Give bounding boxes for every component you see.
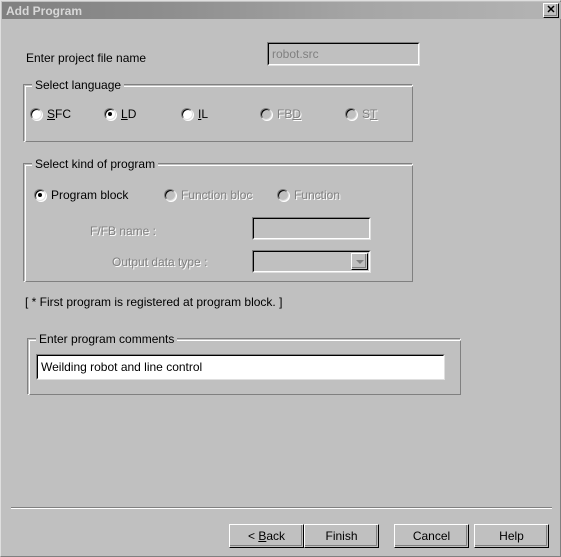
select-kind-title: Select kind of program — [32, 157, 159, 171]
chevron-down-icon[interactable] — [351, 253, 368, 270]
ffb-name-input[interactable] — [252, 217, 371, 240]
radio-label-il-rest: L — [201, 107, 209, 121]
radio-dot-sfc — [30, 108, 42, 120]
back-button-label: < Back — [248, 529, 285, 543]
radio-label-sfc: SFC — [47, 107, 71, 121]
radio-kind-function[interactable]: Function — [277, 188, 340, 202]
finish-button-label: Finish — [325, 529, 358, 543]
radio-label-function-bloc: Function bloc — [181, 188, 253, 202]
radio-language-sfc[interactable]: SFC — [30, 107, 71, 121]
back-button[interactable]: < Back — [229, 524, 304, 548]
cancel-button-label: Cancel — [412, 529, 451, 543]
radio-label-il: IL — [198, 107, 208, 121]
radio-language-fbd[interactable]: FBD — [260, 107, 301, 121]
mnemonic-d: D — [292, 107, 302, 121]
help-button[interactable]: Help — [474, 524, 549, 548]
radio-language-ld[interactable]: LD — [104, 107, 136, 121]
chevron-down-glyph — [355, 259, 364, 264]
project-file-label: Enter project file name — [26, 51, 147, 65]
help-button-label: Help — [499, 529, 524, 543]
output-data-type-label: Output data type : — [112, 255, 208, 269]
radio-label-sfc-rest: FC — [55, 107, 72, 121]
radio-kind-function-bloc[interactable]: Function bloc — [164, 188, 252, 202]
project-file-value: robot.src — [268, 43, 419, 65]
radio-label-ld: LD — [121, 107, 136, 121]
comments-group-title: Enter program comments — [36, 332, 178, 346]
radio-label-fbd-pre: FB — [277, 107, 293, 121]
titlebar: Add Program ✕ — [2, 2, 561, 19]
radio-dot-program-block — [34, 189, 46, 201]
back-suffix: ack — [266, 529, 286, 543]
radio-language-il[interactable]: IL — [181, 107, 208, 121]
window-title: Add Program — [6, 3, 83, 18]
radio-dot-fbd — [260, 108, 272, 120]
radio-label-function: Function — [294, 188, 341, 202]
radio-label-st-pre: S — [362, 107, 371, 121]
finish-button[interactable]: Finish — [304, 524, 379, 548]
radio-label-fbd: FBD — [277, 107, 301, 121]
mnemonic-s: S — [47, 107, 56, 121]
radio-dot-st — [345, 108, 357, 120]
project-file-input[interactable]: robot.src — [267, 42, 420, 66]
mnemonic-l: L — [121, 107, 128, 121]
close-glyph: ✕ — [546, 4, 556, 16]
radio-label-st: ST — [362, 107, 377, 121]
footer-separator — [11, 507, 552, 509]
radio-dot-il — [181, 108, 193, 120]
radio-dot-function-bloc — [164, 189, 176, 201]
cancel-button[interactable]: Cancel — [394, 524, 469, 548]
radio-label-ld-rest: D — [127, 107, 137, 121]
first-program-note: [ * First program is registered at progr… — [25, 295, 283, 309]
select-language-title: Select language — [32, 78, 125, 92]
ffb-name-label: F/FB name : — [90, 224, 157, 238]
output-data-type-combo[interactable] — [252, 250, 371, 273]
radio-label-program-block: Program block — [51, 188, 129, 202]
radio-dot-function — [277, 189, 289, 201]
program-comments-input[interactable]: Weilding robot and line control — [36, 354, 445, 380]
ffb-name-value — [253, 218, 370, 239]
mnemonic-t: T — [370, 107, 378, 121]
radio-kind-program-block[interactable]: Program block — [34, 188, 128, 202]
program-comments-value: Weilding robot and line control — [37, 355, 444, 379]
radio-dot-ld — [104, 108, 116, 120]
add-program-dialog: Add Program ✕ Enter project file name ro… — [0, 0, 561, 557]
radio-language-st[interactable]: ST — [345, 107, 377, 121]
close-icon[interactable]: ✕ — [543, 3, 559, 18]
back-prefix: < — [247, 529, 259, 543]
